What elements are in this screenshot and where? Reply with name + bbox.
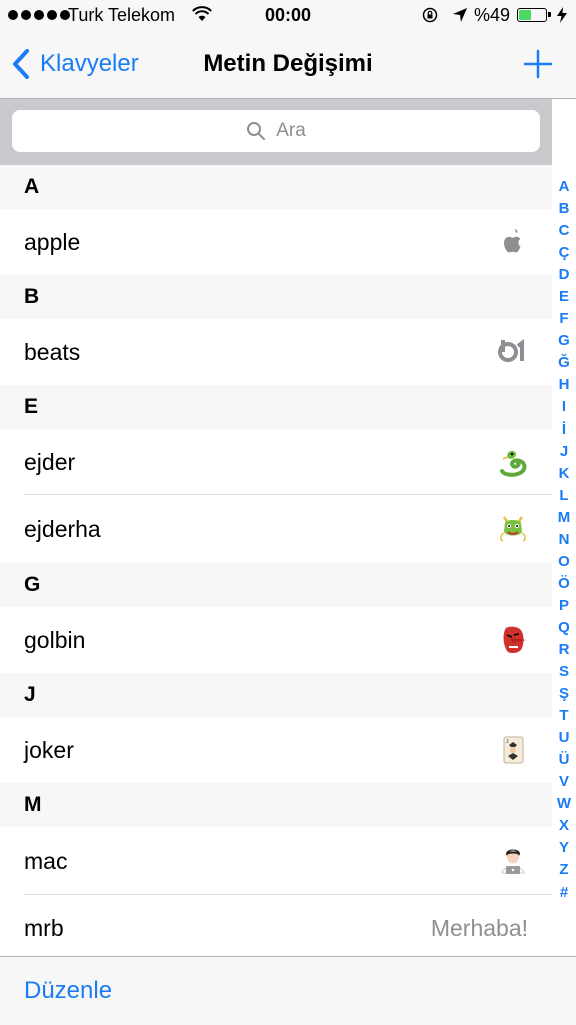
navigation-bar: Klavyeler Metin Değişimi [0,32,576,99]
back-button[interactable]: Klavyeler [10,48,139,80]
index-letter[interactable]: T [555,705,573,727]
charging-bolt-icon [557,7,567,23]
japanese-goblin-emoji-icon [503,626,526,654]
index-letter[interactable]: Q [555,617,573,639]
index-letter[interactable]: Ş [555,683,573,705]
list-item[interactable]: joker J [0,717,552,783]
index-letter[interactable]: Y [555,837,573,859]
phrase-label: beats [24,338,81,365]
index-letter[interactable]: M [555,507,573,529]
section-header-j: J [0,673,552,717]
list-item[interactable]: ejderha [0,495,552,563]
section-header-e: E [0,385,552,429]
list-item[interactable]: apple [0,209,552,275]
phrase-label: apple [24,228,81,255]
dragon-face-emoji-icon [500,516,526,542]
search-bar: Ara [0,99,552,165]
joker-card-emoji-icon: J [503,736,524,764]
plus-icon[interactable] [522,48,554,80]
index-letter[interactable]: Ç [555,242,573,264]
index-letter[interactable]: F [555,308,573,330]
index-letter[interactable]: W [555,793,573,815]
search-input[interactable]: Ara [12,110,540,152]
chevron-left-icon [13,49,29,79]
phrase-label: mac [24,847,68,874]
battery-level [519,10,531,20]
phrase-label: golbin [24,626,86,653]
shortcut-text: Merhaba! [430,914,528,941]
index-letter[interactable]: U [555,727,573,749]
list-item[interactable]: ejder [0,429,552,495]
phrase-label: ejderha [24,515,101,542]
battery-icon [517,8,551,22]
status-bar: Turk Telekom 00:00 %49 [0,0,576,32]
rotation-lock-icon [422,7,438,23]
index-letter[interactable]: Ü [555,749,573,771]
index-letter[interactable]: G [555,330,573,352]
index-letter[interactable]: Ğ [555,352,573,374]
index-letter[interactable]: O [555,551,573,573]
bottom-toolbar: Düzenle [0,956,576,1025]
dragon-emoji-icon [500,451,527,477]
index-letter[interactable]: E [555,286,573,308]
index-letter[interactable]: # [555,882,573,904]
index-letter[interactable]: P [555,595,573,617]
list-item[interactable]: mrb Merhaba! [0,895,552,961]
battery-percent: %49 [474,5,511,25]
phrase-label: ejder [24,448,76,475]
list-item[interactable]: beats [0,319,552,385]
search-icon [247,122,266,140]
index-letter[interactable]: S [555,661,573,683]
index-letter[interactable]: Z [555,859,573,881]
apple-logo-icon [504,229,521,253]
index-letter[interactable]: R [555,639,573,661]
beats1-logo-icon [498,339,524,362]
search-placeholder: Ara [276,120,306,141]
index-letter[interactable]: D [555,264,573,286]
index-letter[interactable]: H [555,374,573,396]
phrase-label: mrb [24,914,64,941]
index-letter[interactable]: A [555,176,573,198]
location-arrow-icon [453,8,467,22]
section-header-a: A [0,165,552,209]
index-letter[interactable]: X [555,815,573,837]
section-header-b: B [0,275,552,319]
edit-button[interactable]: Düzenle [24,977,112,1005]
index-letter[interactable]: B [555,198,573,220]
phrase-label: joker [24,736,74,763]
index-letter[interactable]: V [555,771,573,793]
index-letter[interactable]: C [555,220,573,242]
section-index[interactable]: A B C Ç D E F G Ğ H I İ J K L M N O Ö P Q R S Ş T U Ü V W X Y Z # [555,176,573,904]
section-header-m: M [0,783,552,827]
index-letter[interactable]: J [555,441,573,463]
index-letter[interactable]: I [555,396,573,418]
back-button-label: Klavyeler [40,50,139,77]
list-item[interactable]: golbin [0,607,552,673]
index-letter[interactable]: K [555,463,573,485]
index-letter[interactable]: N [555,529,573,551]
list-item[interactable]: mac [0,827,552,895]
index-letter[interactable]: Ö [555,573,573,595]
text-replacement-list: A apple B beats E ejder ejderha G golbin… [0,165,552,961]
section-header-g: G [0,563,552,607]
index-letter[interactable]: İ [555,419,573,441]
technologist-emoji-icon [501,849,525,874]
index-letter[interactable]: L [555,485,573,507]
